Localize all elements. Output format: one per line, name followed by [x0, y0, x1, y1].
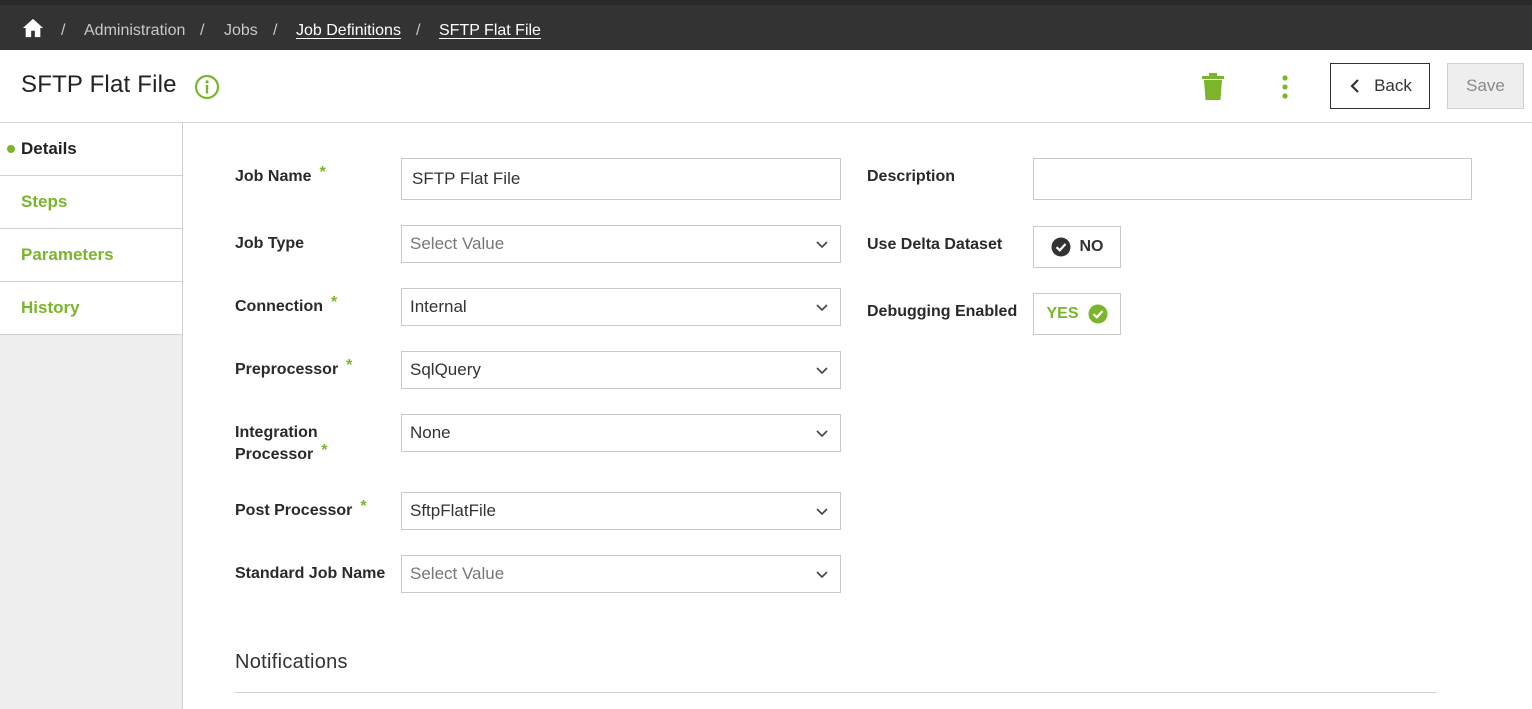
home-icon[interactable]: [22, 17, 44, 39]
standard-job-name-placeholder: Select Value: [410, 564, 505, 583]
preprocessor-label: Preprocessor *: [235, 357, 353, 381]
integration-processor-label-line1: Integration: [235, 424, 318, 441]
sidebar: Details Steps Parameters History: [0, 123, 183, 709]
use-delta-dataset-label: Use Delta Dataset: [867, 236, 1003, 253]
post-processor-label: Post Processor *: [235, 498, 367, 522]
sidebar-item-label: Steps: [21, 192, 68, 211]
post-processor-select[interactable]: SftpFlatFile: [401, 492, 841, 530]
job-type-label: Job Type: [235, 235, 305, 252]
job-name-label-text: Job Name: [235, 168, 312, 185]
standard-job-name-label: Standard Job Name: [235, 565, 386, 582]
job-name-input[interactable]: SFTP Flat File: [401, 158, 841, 200]
integration-processor-label: Integration Processor *: [235, 422, 328, 466]
info-icon[interactable]: [194, 74, 220, 100]
required-marker: *: [360, 498, 367, 515]
integration-processor-select[interactable]: None: [401, 414, 841, 452]
preprocessor-label-text: Preprocessor: [235, 361, 339, 378]
job-type-placeholder: Select Value: [410, 234, 505, 253]
integration-processor-value: None: [410, 423, 451, 442]
job-type-select[interactable]: Select Value: [401, 225, 841, 263]
back-button-label: Back: [1374, 76, 1412, 95]
connection-value: Internal: [410, 297, 467, 316]
standard-job-name-select[interactable]: Select Value: [401, 555, 841, 593]
job-name-label: Job Name *: [235, 164, 326, 188]
breadcrumb-separator: /: [273, 22, 278, 39]
chevron-down-icon: [816, 571, 828, 579]
sidebar-item-details[interactable]: Details: [0, 123, 182, 176]
post-processor-label-text: Post Processor: [235, 502, 353, 519]
sidebar-item-parameters[interactable]: Parameters: [0, 229, 182, 282]
required-marker: *: [331, 294, 338, 311]
chevron-down-icon: [816, 304, 828, 312]
sidebar-item-label: Parameters: [21, 245, 114, 264]
required-marker: *: [346, 357, 353, 374]
connection-select[interactable]: Internal: [401, 288, 841, 326]
chevron-down-icon: [816, 508, 828, 516]
breadcrumb-jobs: Jobs: [224, 22, 258, 39]
breadcrumb-bar: / Administration / Jobs / Job Definition…: [0, 0, 1532, 50]
breadcrumb-separator: /: [200, 22, 205, 39]
save-button[interactable]: Save: [1447, 63, 1524, 109]
chevron-left-icon: [1350, 79, 1359, 93]
save-button-label: Save: [1466, 76, 1505, 95]
active-indicator-dot: [7, 145, 15, 153]
section-divider: [235, 692, 1436, 693]
sidebar-item-label: Details: [21, 139, 77, 158]
required-marker: *: [319, 164, 326, 181]
page-header: SFTP Flat File Back Save: [0, 50, 1532, 123]
use-delta-dataset-toggle[interactable]: NO: [1033, 226, 1121, 268]
description-label: Description: [867, 168, 956, 185]
trash-icon[interactable]: [1201, 73, 1225, 101]
debugging-enabled-label: Debugging Enabled: [867, 303, 1018, 320]
breadcrumb-separator: /: [416, 22, 421, 39]
back-button[interactable]: Back: [1330, 63, 1430, 109]
sidebar-item-label: History: [21, 298, 80, 317]
job-name-value: SFTP Flat File: [412, 169, 521, 188]
breadcrumb-administration: Administration: [84, 22, 186, 39]
notifications-section-title: Notifications: [235, 651, 348, 673]
check-circle-icon: [1088, 304, 1107, 324]
preprocessor-select[interactable]: SqlQuery: [401, 351, 841, 389]
sidebar-item-steps[interactable]: Steps: [0, 176, 182, 229]
integration-processor-label-line2: Processor: [235, 446, 314, 463]
preprocessor-value: SqlQuery: [410, 360, 481, 379]
description-input[interactable]: [1033, 158, 1472, 200]
page-title: SFTP Flat File: [21, 71, 177, 98]
breadcrumb-job-definitions[interactable]: Job Definitions: [296, 22, 401, 40]
chevron-down-icon: [816, 367, 828, 375]
use-delta-dataset-value: NO: [1079, 238, 1104, 255]
breadcrumb-separator: /: [61, 22, 66, 39]
debugging-enabled-value: YES: [1046, 305, 1079, 322]
more-options-icon[interactable]: [1276, 75, 1294, 99]
connection-label-text: Connection: [235, 298, 323, 315]
chevron-down-icon: [816, 241, 828, 249]
connection-label: Connection *: [235, 294, 338, 318]
post-processor-value: SftpFlatFile: [410, 501, 496, 520]
required-marker: *: [321, 442, 328, 459]
sidebar-item-history[interactable]: History: [0, 282, 182, 335]
breadcrumb-sftp-flat-file[interactable]: SFTP Flat File: [439, 22, 541, 40]
debugging-enabled-toggle[interactable]: YES: [1033, 293, 1121, 335]
check-circle-icon: [1051, 237, 1070, 257]
chevron-down-icon: [816, 430, 828, 438]
